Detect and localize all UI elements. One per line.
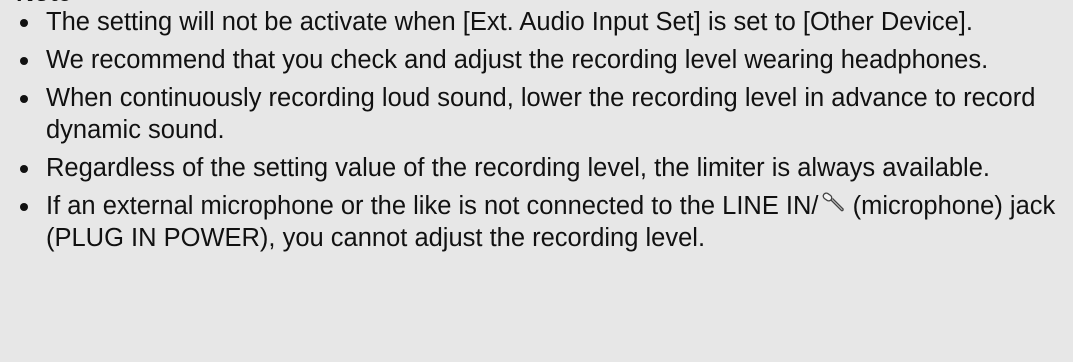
note-text-before-icon: If an external microphone or the like is… [46,192,819,220]
note-text: Regardless of the setting value of the r… [46,154,990,182]
bullet-icon [20,57,28,65]
note-item: If an external microphone or the like is… [0,190,1073,254]
notes-panel: Note The setting will not be activate wh… [0,0,1073,362]
note-text: We recommend that you check and adjust t… [46,46,989,74]
bullet-icon [20,19,28,27]
bullet-icon [20,203,28,211]
note-item: When continuously recording loud sound, … [0,82,1073,146]
bullet-icon [20,165,28,173]
note-text: The setting will not be activate when [E… [46,8,973,36]
note-item: Regardless of the setting value of the r… [0,152,1073,184]
note-item: We recommend that you check and adjust t… [0,44,1073,76]
note-text: When continuously recording loud sound, … [46,84,1036,144]
microphone-icon [820,192,846,216]
bullet-icon [20,95,28,103]
note-item: The setting will not be activate when [E… [0,0,1073,38]
notes-list: The setting will not be activate when [E… [0,0,1073,260]
